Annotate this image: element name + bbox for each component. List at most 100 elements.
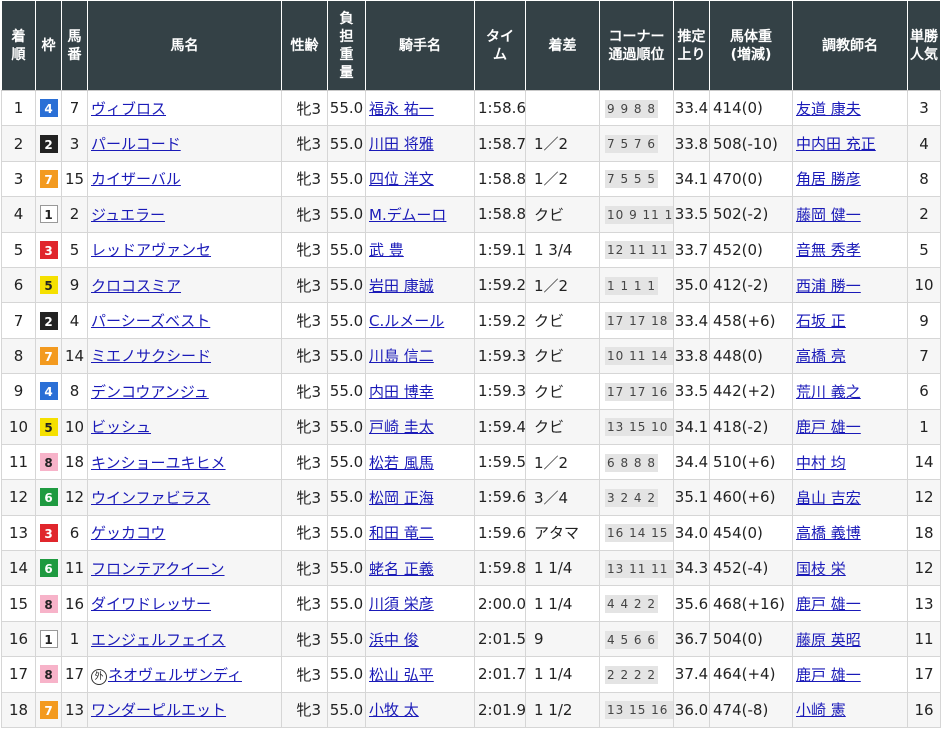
horse-name-link[interactable]: クロコスミア: [91, 277, 181, 295]
trainer-link[interactable]: 国枝 栄: [796, 560, 846, 578]
horse-name-link[interactable]: ウインファビラス: [91, 489, 210, 507]
jockey-link[interactable]: 小牧 太: [369, 701, 419, 719]
horse-name-link[interactable]: レッドアヴァンセ: [91, 241, 211, 259]
trainer-link[interactable]: 西浦 勝一: [796, 277, 861, 295]
table-row[interactable]: 6 5 9 クロコスミア 牝3 55.0 岩田 康誠 1:59.2 1／2 1 1 1 1 35.0…: [1, 266, 941, 304]
jockey-link[interactable]: 蛯名 正義: [369, 560, 434, 578]
jockey-link[interactable]: 浜中 俊: [369, 631, 419, 649]
corner-order: 16 14 15 14: [605, 524, 673, 543]
jockey-link[interactable]: 川田 将雅: [369, 135, 434, 153]
trainer-link[interactable]: 高橋 亮: [796, 347, 846, 365]
header-horse: 馬名: [87, 0, 282, 91]
waku-badge: 7: [39, 169, 58, 188]
jockey-link[interactable]: 内田 博幸: [369, 383, 434, 401]
jockey-link[interactable]: 松山 弘平: [369, 666, 434, 684]
trainer-link[interactable]: 音無 秀孝: [796, 241, 861, 259]
trainer-link[interactable]: 藤岡 健一: [796, 206, 861, 224]
table-row[interactable]: 7 2 4 パーシーズベスト 牝3 55.0 C.ルメール 1:59.2 クビ 17 17 18 …: [1, 302, 941, 339]
jockey-link[interactable]: 川須 栄彦: [369, 595, 434, 613]
horse-name-link[interactable]: ビッシュ: [91, 418, 151, 436]
corner-cell: 17 17 16 16: [599, 373, 674, 410]
table-row[interactable]: 412ジュエラー牝355.0M.デムーロ1:58.8クビ10 9 11 1033…: [1, 196, 941, 233]
jockey-link[interactable]: 松若 風馬: [369, 454, 434, 472]
jockey-link[interactable]: 福永 祐一: [369, 100, 434, 118]
table-row[interactable]: 8 7 14 ミエノサクシード 牝3 55.0 川島 信二 1:59.3 クビ 10 11 14 …: [1, 337, 941, 375]
table-row[interactable]: 10510ビッシュ牝355.0戸崎 圭太1:59.4クビ13 15 10 103…: [1, 408, 941, 445]
table-row[interactable]: 1 4 7 ヴィブロス 牝3 55.0 福永 祐一 1:58.6 9 9 8 8 33.4 414(…: [1, 89, 941, 127]
jockey-link[interactable]: 四位 洋文: [369, 170, 434, 188]
sexage-cell: 牝3: [281, 585, 328, 622]
table-row[interactable]: 14 6 11 フロンテアクイーン 牝3 55.0 蛯名 正義 1:59.8 1 1/4 13 1…: [1, 550, 941, 587]
horse-name-link[interactable]: ヴィブロス: [91, 100, 166, 118]
trainer-link[interactable]: 中村 均: [796, 454, 846, 472]
horse-cell: ゲッカコウ: [87, 514, 282, 552]
umaban-cell: 1: [61, 620, 88, 658]
horse-name-link[interactable]: エンジェルフェイス: [91, 631, 226, 649]
corner-order: 4 5 6 6: [605, 630, 658, 649]
table-row[interactable]: 1336ゲッカコウ 牝355.0和田 竜二 1:59.6アタマ 16 14 15 14…: [1, 514, 941, 552]
horse-name-link[interactable]: ミエノサクシード: [91, 347, 211, 365]
weight-cell: 55.0: [327, 125, 366, 162]
table-row[interactable]: 5 3 5 レッドアヴァンセ 牝3 55.0 武 豊 1:59.1 1 3/4 12 11 11 …: [1, 231, 941, 268]
trainer-link[interactable]: 鹿戸 雄一: [796, 595, 861, 613]
header-time: タイム: [474, 0, 526, 91]
trainer-link[interactable]: 鹿戸 雄一: [796, 418, 861, 436]
table-row[interactable]: 12 6 12 ウインファビラス 牝3 55.0 松岡 正海 1:59.6 3／4 3 2 4 2…: [1, 479, 941, 516]
jockey-link[interactable]: 川島 信二: [369, 347, 434, 365]
trainer-link[interactable]: 小崎 憲: [796, 701, 846, 719]
horse-name-link[interactable]: パールコード: [91, 135, 181, 153]
jockey-link[interactable]: 戸崎 圭太: [369, 418, 434, 436]
trainer-link[interactable]: 石坂 正: [796, 312, 846, 330]
time-cell: 2:00.0: [474, 585, 526, 622]
margin-cell: クビ: [525, 302, 600, 339]
waku-cell: 1: [35, 620, 62, 658]
horse-name-link[interactable]: ジュエラー: [91, 206, 165, 224]
trainer-link[interactable]: 藤原 英昭: [796, 631, 861, 649]
trainer-link[interactable]: 中内田 充正: [796, 135, 876, 153]
horse-name-link[interactable]: ワンダーピルエット: [91, 701, 226, 719]
jockey-link[interactable]: 和田 竜二: [369, 524, 434, 542]
trainer-link[interactable]: 畠山 吉宏: [796, 489, 861, 507]
trainer-link[interactable]: 角居 勝彦: [796, 170, 861, 188]
jockey-link[interactable]: 岩田 康誠: [369, 277, 434, 295]
rank-cell: 1: [1, 89, 36, 127]
horse-name-link[interactable]: ネオヴェルザンディ: [108, 666, 242, 684]
table-row[interactable]: 2 2 3 パールコード 牝3 55.0 川田 将雅 1:58.7 1／2 7 5 7 6 33.8…: [1, 125, 941, 162]
trainer-link[interactable]: 友道 康夫: [796, 100, 861, 118]
horse-name-link[interactable]: フロンテアクイーン: [91, 560, 225, 578]
corner-order: 7 5 7 6: [605, 135, 658, 154]
margin-cell: 1／2: [525, 266, 600, 304]
horse-name-link[interactable]: ゲッカコウ: [91, 524, 165, 542]
trainer-cell: 中村 均: [792, 443, 908, 481]
trainer-link[interactable]: 鹿戸 雄一: [796, 666, 861, 684]
table-row[interactable]: 948デンコウアンジュ 牝355.0内田 博幸 1:59.3クビ 17 17 16 1…: [1, 373, 941, 410]
body-weight-cell: 502(-2): [709, 196, 793, 233]
margin-cell: 9: [525, 620, 600, 658]
table-row[interactable]: 18 7 13 ワンダーピルエット 牝3 55.0 小牧 太 2:01.9 1 1/2 13 15…: [1, 691, 941, 729]
trainer-link[interactable]: 荒川 義之: [796, 383, 861, 401]
table-row[interactable]: 15 8 16 ダイワドレッサー 牝3 55.0 川須 栄彦 2:00.0 1 1/4 4 4 2…: [1, 585, 941, 622]
jockey-link[interactable]: 松岡 正海: [369, 489, 434, 507]
popularity-cell: 9: [907, 302, 941, 339]
horse-cell: フロンテアクイーン: [87, 550, 282, 587]
table-row[interactable]: 16 1 1 エンジェルフェイス 牝3 55.0 浜中 俊 2:01.5 9 4 5 6 6 36.…: [1, 620, 941, 658]
horse-name-link[interactable]: ダイワドレッサー: [91, 595, 211, 613]
table-row[interactable]: 11 8 18 キンショーユキヒメ 牝3 55.0 松若 風馬 1:59.5 1／2 6 8 8 …: [1, 443, 941, 481]
horse-name-link[interactable]: キンショーユキヒメ: [91, 454, 226, 472]
horse-name-link[interactable]: デンコウアンジュ: [91, 383, 209, 401]
horse-cell: パーシーズベスト: [87, 302, 282, 339]
horse-name-link[interactable]: パーシーズベスト: [91, 312, 210, 330]
table-row[interactable]: 3 7 15 カイザーバル 牝3 55.0 四位 洋文 1:58.8 1／2 7 5 5 5 34.…: [1, 160, 941, 198]
margin-cell: 1／2: [525, 160, 600, 198]
horse-cell: ダイワドレッサー: [87, 585, 282, 622]
trainer-link[interactable]: 高橋 義博: [796, 524, 861, 542]
horse-cell: クロコスミア: [87, 266, 282, 304]
header-last3f: 推定上り: [673, 0, 710, 91]
jockey-link[interactable]: C.ルメール: [369, 312, 444, 330]
sexage-cell: 牝3: [281, 691, 328, 729]
table-row[interactable]: 17 8 17 外ネオヴェルザンディ 牝3 55.0 松山 弘平 2:01.7 1 1/4 2 2…: [1, 656, 941, 693]
jockey-link[interactable]: M.デムーロ: [369, 206, 446, 224]
horse-name-link[interactable]: カイザーバル: [91, 170, 181, 188]
jockey-cell: 川田 将雅: [365, 125, 475, 162]
jockey-link[interactable]: 武 豊: [369, 241, 404, 259]
